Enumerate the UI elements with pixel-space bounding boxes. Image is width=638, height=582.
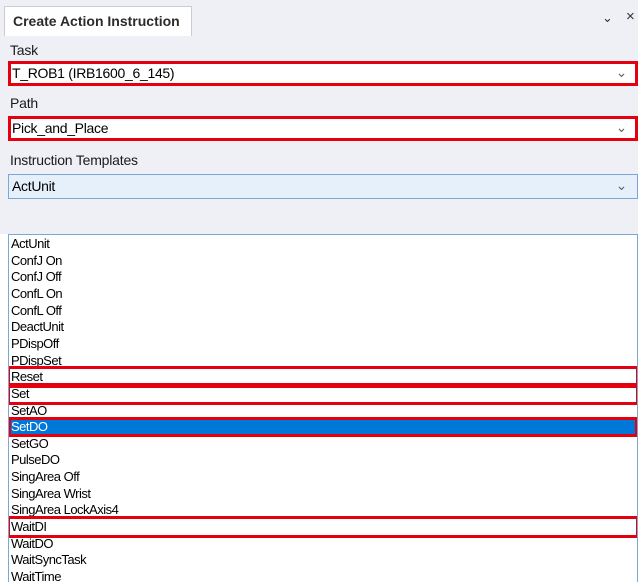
chevron-down-icon[interactable]: ⌄ (616, 177, 628, 194)
dropdown-option[interactable]: SetGO (10, 436, 636, 452)
close-icon[interactable]: × (626, 8, 635, 25)
instruction-templates-dropdown-list[interactable]: ActUnit ConfJ On ConfJ Off ConfL On ConfL Of… (8, 234, 638, 582)
dropdown-option[interactable]: ConfJ On (10, 253, 636, 269)
dropdown-option[interactable]: WaitSyncTask (10, 552, 636, 568)
dropdown-option[interactable]: Set (9, 382, 637, 405)
dropdown-option[interactable]: SingArea LockAxis4 (10, 502, 636, 518)
dropdown-option[interactable]: ConfL Off (10, 303, 636, 319)
dropdown-option[interactable]: WaitDO (10, 536, 636, 552)
dropdown-option[interactable]: ConfJ Off (10, 269, 636, 285)
dropdown-option[interactable]: SingArea Off (10, 469, 636, 485)
dropdown-option[interactable]: PDispOff (10, 336, 636, 352)
instruction-templates-label: Instruction Templates (10, 152, 138, 168)
dropdown-option[interactable]: ActUnit (10, 236, 636, 252)
path-label: Path (10, 95, 38, 111)
dropdown-option[interactable]: WaitDI (9, 516, 637, 539)
dropdown-option[interactable]: Reset (9, 366, 637, 389)
dropdown-option[interactable]: ConfL On (10, 286, 636, 302)
instruction-templates-value: ActUnit (12, 178, 56, 194)
panel-left-edge (0, 234, 8, 582)
panel-title-tab[interactable]: Create Action Instruction (4, 6, 192, 36)
task-value: T_ROB1 (IRB1600_6_145) (12, 65, 175, 81)
dropdown-option[interactable]: WaitTime (10, 569, 636, 582)
path-value: Pick_and_Place (12, 120, 109, 136)
dropdown-option[interactable]: DeactUnit (10, 319, 636, 335)
dropdown-option[interactable]: SetAO (10, 403, 636, 419)
instruction-templates-combobox[interactable]: ActUnit ⌄ (8, 174, 638, 199)
path-combobox[interactable]: Pick_and_Place ⌄ (8, 116, 638, 141)
pin-dropdown-icon[interactable]: ⌄ (602, 10, 613, 26)
task-combobox[interactable]: T_ROB1 (IRB1600_6_145) ⌄ (8, 61, 638, 86)
dropdown-option[interactable]: PDispSet (10, 353, 636, 369)
create-action-instruction-panel: Create Action Instruction ⌄ × Task T_ROB… (0, 0, 638, 582)
chevron-down-icon[interactable]: ⌄ (616, 119, 628, 136)
dropdown-option[interactable]: PulseDO (10, 452, 636, 468)
task-label: Task (10, 42, 38, 58)
dropdown-option[interactable]: SetDO (9, 417, 637, 438)
dropdown-option[interactable]: SingArea Wrist (10, 486, 636, 502)
chevron-down-icon[interactable]: ⌄ (616, 64, 628, 81)
panel-header: Create Action Instruction ⌄ × (0, 0, 638, 36)
